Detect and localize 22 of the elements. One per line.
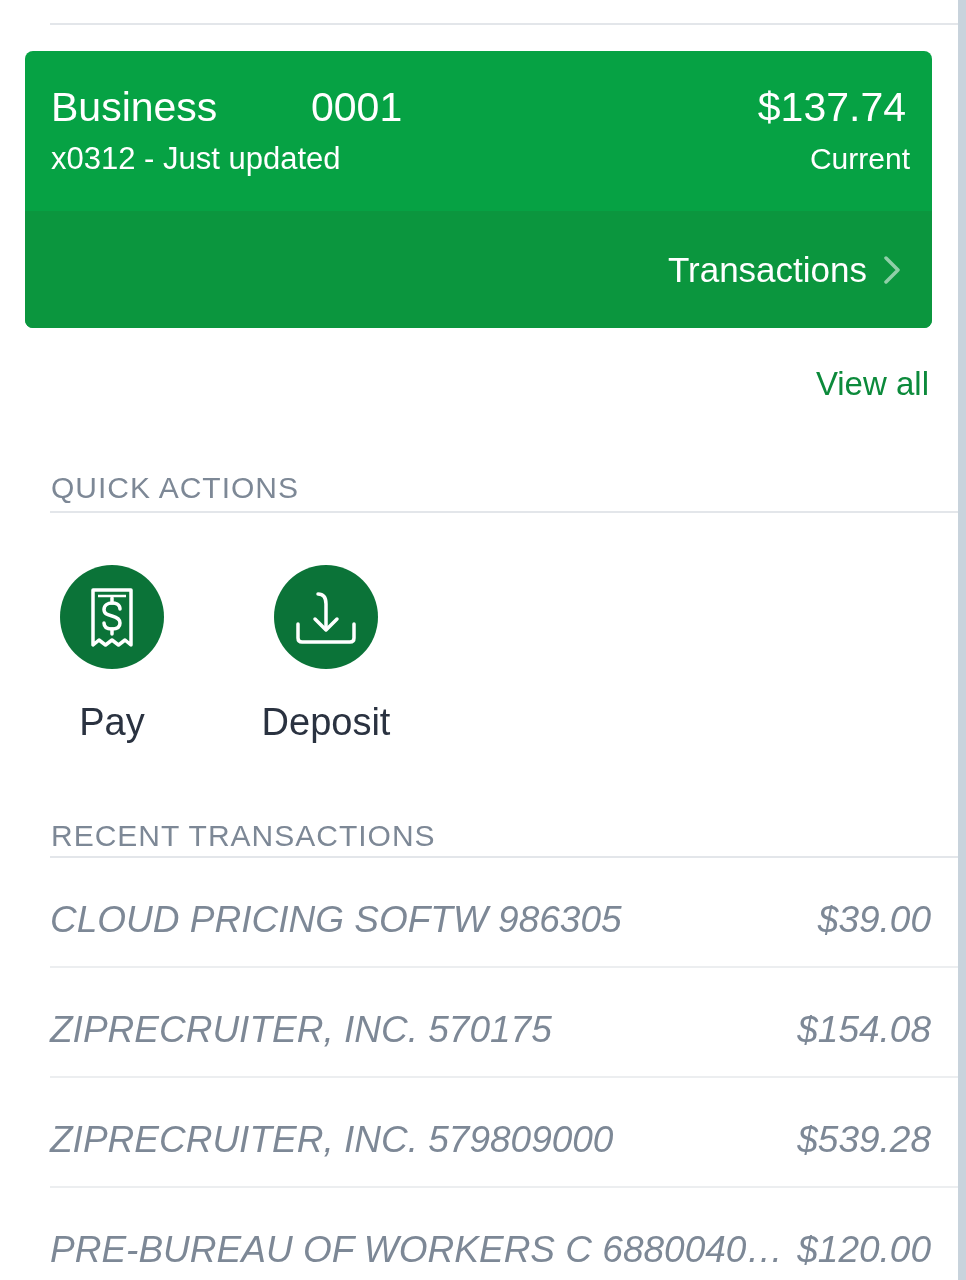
account-name: Business <box>51 83 219 132</box>
transaction-description: ZIPRECRUITER, INC. 570175 <box>50 1008 552 1052</box>
transaction-amount: $154.08 <box>797 1008 931 1052</box>
view-all-link[interactable]: View all <box>815 364 929 404</box>
transaction-amount: $39.00 <box>817 898 931 942</box>
transaction-description: PRE-BUREAU OF WORKERS C 6880040… <box>50 1228 784 1272</box>
account-status: x0312 - Just updated <box>51 141 341 177</box>
transaction-amount: $120.00 <box>797 1228 931 1272</box>
account-number: 0001 <box>311 83 403 132</box>
download-tray-icon <box>274 565 378 669</box>
transaction-amount: $539.28 <box>797 1118 931 1162</box>
pay-button[interactable]: Pay <box>37 565 187 745</box>
transaction-description: ZIPRECRUITER, INC. 579809000 <box>50 1118 614 1162</box>
receipt-icon <box>60 565 164 669</box>
account-balance: $137.74 <box>757 83 906 132</box>
section-heading: QUICK ACTIONS <box>51 471 300 505</box>
balance-label: Current <box>809 141 910 177</box>
section-heading: RECENT TRANSACTIONS <box>51 819 436 853</box>
transaction-description: CLOUD PRICING SOFTW 986305 <box>50 898 622 942</box>
transactions-link[interactable]: Transactions <box>667 248 900 291</box>
chevron-right-icon <box>884 255 900 284</box>
deposit-button[interactable]: Deposit <box>251 565 401 745</box>
